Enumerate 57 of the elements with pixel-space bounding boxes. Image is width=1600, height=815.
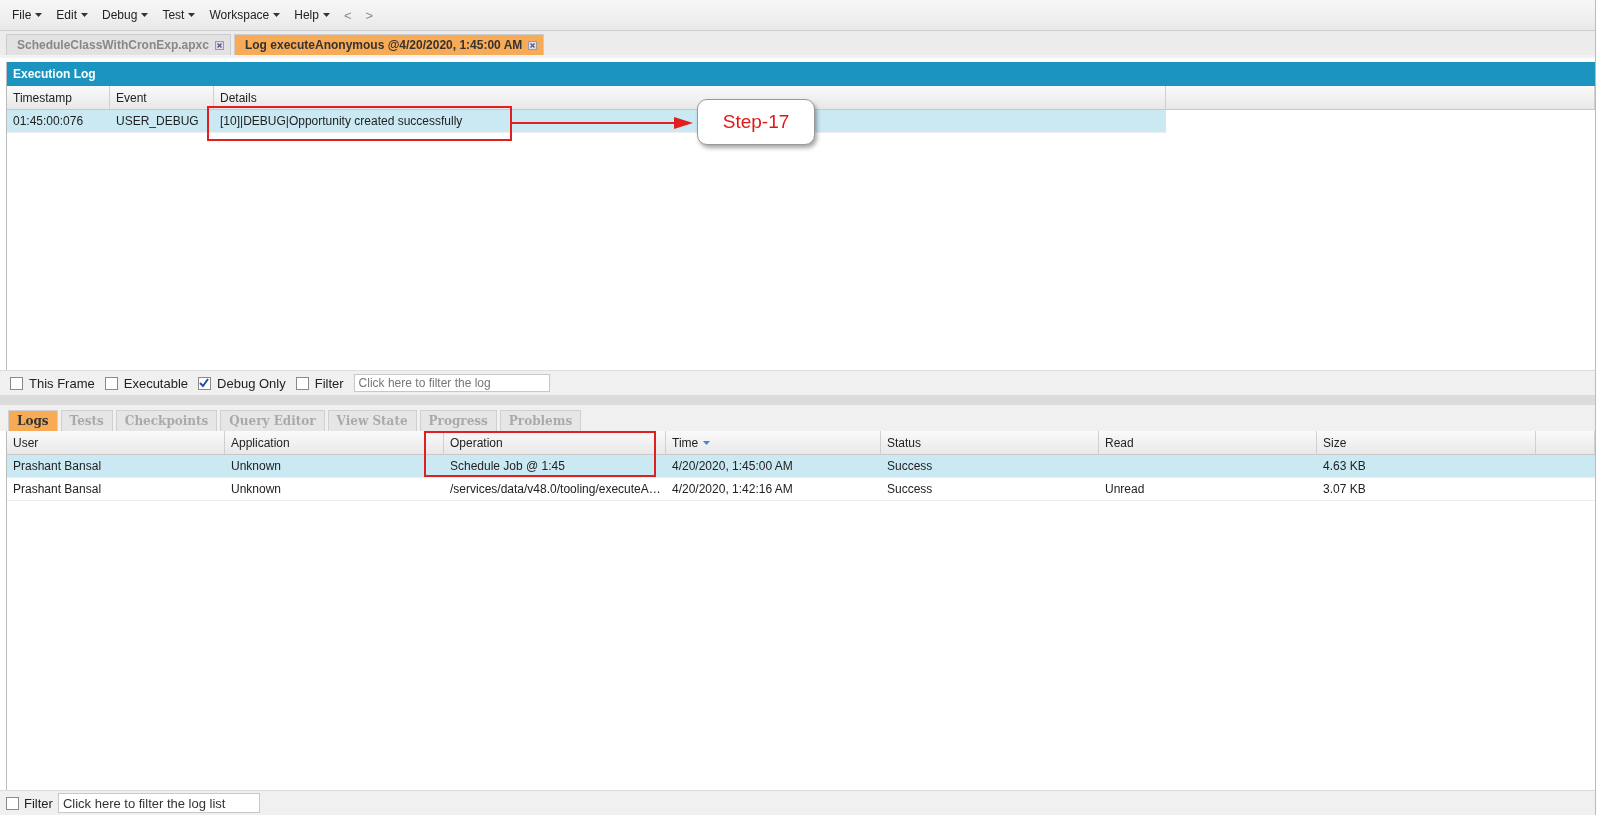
checkbox[interactable]: [295, 376, 309, 390]
callout-label: Step-17: [697, 99, 815, 145]
checkbox-label: Filter: [24, 795, 53, 811]
checkbox-label: Filter: [314, 375, 344, 391]
caret-icon: [141, 13, 149, 17]
panel-title: Execution Log: [7, 62, 1595, 86]
caret-icon: [81, 13, 89, 17]
table-cell: Unread: [1105, 482, 1145, 496]
table-cell: 01:45:00:076: [13, 114, 84, 128]
table-cell: 4/20/2020, 1:42:16 AM: [672, 482, 793, 496]
checkbox-label: This Frame: [29, 375, 95, 391]
column-header[interactable]: Status: [881, 431, 1099, 454]
caret-icon: [273, 13, 281, 17]
caret-icon: [188, 13, 196, 17]
menu-item[interactable]: Debug: [102, 8, 149, 22]
column-header[interactable]: Event: [110, 86, 214, 109]
menu-item[interactable]: Workspace: [209, 8, 281, 22]
column-header[interactable]: Timestamp: [7, 86, 110, 109]
table-cell: Success: [887, 459, 933, 473]
table-cell: [10]|DEBUG|Opportunity created successfully: [220, 114, 463, 128]
checkbox-label: Debug Only: [217, 375, 286, 391]
checkbox-label: Executable: [123, 375, 189, 391]
table-cell: Schedule Job @ 1:45: [450, 459, 565, 473]
filter-field[interactable]: Click here to filter the log: [353, 374, 550, 392]
menu-item[interactable]: Help: [294, 8, 330, 22]
column-header[interactable]: User: [7, 431, 225, 454]
caret-icon: [322, 13, 330, 17]
table-cell: Prashant Bansal: [13, 459, 102, 473]
column-header[interactable]: Read: [1099, 431, 1317, 454]
column-header[interactable]: Time: [666, 431, 881, 454]
close-icon[interactable]: [528, 40, 538, 50]
table-cell: Unknown: [231, 482, 282, 496]
column-header[interactable]: Size: [1317, 431, 1536, 454]
table-row[interactable]: Prashant Bansal Unknown /services/data/v48.0/tooling/executeA… 4/20/2020, 1:42:16 AM Success Unread 3.07 KB: [7, 478, 1595, 501]
table-cell: Unknown: [231, 459, 282, 473]
caret-icon: [35, 13, 43, 17]
table-cell: Success: [887, 482, 933, 496]
table-cell: Prashant Bansal: [13, 482, 102, 496]
table-row[interactable]: Prashant Bansal Unknown Schedule Job @ 1:45 4/20/2020, 1:45:00 AM Success 4.63 KB: [7, 455, 1595, 478]
column-header[interactable]: Operation: [444, 431, 666, 454]
table-cell: 4/20/2020, 1:45:00 AM: [672, 459, 793, 473]
panel-tab[interactable]: Logs: [8, 410, 58, 431]
checkbox[interactable]: [10, 376, 23, 390]
menu-item[interactable]: Edit: [56, 8, 89, 22]
table-cell: 4.63 KB: [1323, 459, 1366, 473]
table-cell: 3.07 KB: [1323, 482, 1366, 496]
table-cell: /services/data/v48.0/tooling/executeA…: [450, 482, 661, 496]
column-header[interactable]: Application: [225, 431, 444, 454]
menu-item[interactable]: File: [12, 8, 43, 22]
editor-tab[interactable]: Log executeAnonymous @4/20/2020, 1:45:00 AM: [233, 34, 545, 55]
checkbox[interactable]: [104, 376, 118, 390]
close-icon[interactable]: [214, 40, 224, 50]
table-cell: USER_DEBUG: [116, 114, 199, 128]
checkbox[interactable]: [6, 796, 19, 810]
menu-item[interactable]: Test: [162, 8, 196, 22]
filter-field[interactable]: Click here to filter the log list: [57, 793, 260, 813]
checkbox[interactable]: [198, 376, 212, 390]
